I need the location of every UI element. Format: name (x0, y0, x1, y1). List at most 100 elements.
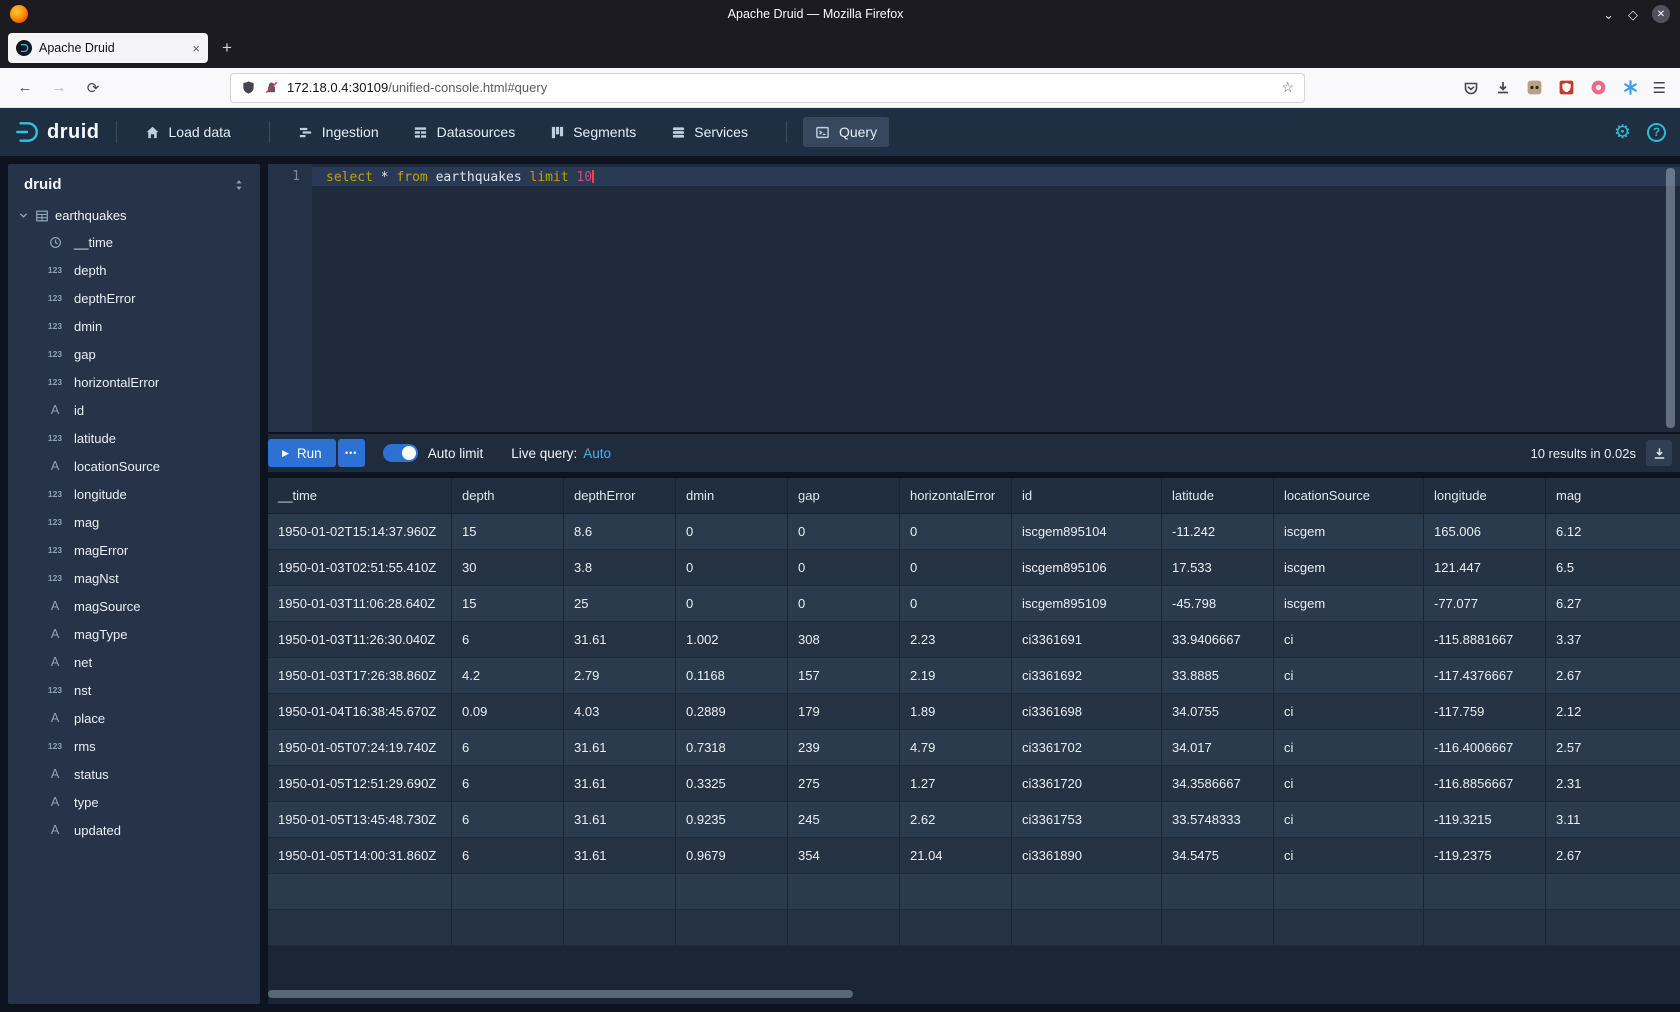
back-button[interactable]: ← (10, 74, 40, 102)
window-restore-icon[interactable]: ◇ (1628, 8, 1638, 21)
column-header-locationSource[interactable]: locationSource (1274, 478, 1424, 513)
sidebar-column-net[interactable]: Anet (8, 648, 260, 676)
nav-load-data[interactable]: Load data (133, 117, 243, 147)
table-cell[interactable]: ci3361692 (1012, 658, 1162, 693)
table-cell[interactable]: 1.27 (900, 766, 1012, 801)
column-header-horizontalError[interactable]: horizontalError (900, 478, 1012, 513)
table-cell[interactable]: ci3361753 (1012, 802, 1162, 837)
column-header-depthError[interactable]: depthError (564, 478, 676, 513)
table-cell[interactable]: 0 (900, 550, 1012, 585)
table-cell[interactable]: ci3361720 (1012, 766, 1162, 801)
table-cell[interactable]: 121.447 (1424, 550, 1546, 585)
pink-extension-icon[interactable] (1589, 78, 1609, 98)
settings-gear-icon[interactable]: ⚙ (1614, 121, 1631, 144)
table-cell[interactable]: ci3361702 (1012, 730, 1162, 765)
table-cell[interactable]: 6.5 (1546, 550, 1680, 585)
sidebar-column-mag[interactable]: 123mag (8, 508, 260, 536)
table-cell[interactable]: 6 (452, 730, 564, 765)
sidebar-column-status[interactable]: Astatus (8, 760, 260, 788)
table-cell[interactable]: 1950-01-03T17:26:38.860Z (268, 658, 452, 693)
table-cell[interactable]: 1950-01-05T12:51:29.690Z (268, 766, 452, 801)
table-cell[interactable]: -45.798 (1162, 586, 1274, 621)
table-cell[interactable]: 354 (788, 838, 900, 873)
table-cell[interactable]: 30 (452, 550, 564, 585)
table-cell[interactable]: 2.57 (1546, 730, 1680, 765)
editor-scrollbar[interactable] (1666, 168, 1675, 428)
table-cell[interactable]: iscgem (1274, 586, 1424, 621)
column-header-id[interactable]: id (1012, 478, 1162, 513)
table-cell[interactable]: iscgem (1274, 514, 1424, 549)
table-cell[interactable]: ci3361890 (1012, 838, 1162, 873)
druid-logo[interactable]: druid (14, 119, 100, 145)
table-cell[interactable]: -117.4376667 (1424, 658, 1546, 693)
table-cell[interactable]: 0 (676, 514, 788, 549)
table-cell[interactable]: 4.79 (900, 730, 1012, 765)
sidebar-column-horizontalError[interactable]: 123horizontalError (8, 368, 260, 396)
table-cell[interactable]: 31.61 (564, 730, 676, 765)
table-cell[interactable]: 31.61 (564, 802, 676, 837)
table-cell[interactable]: 1950-01-05T07:24:19.740Z (268, 730, 452, 765)
table-cell[interactable]: 34.0755 (1162, 694, 1274, 729)
reload-button[interactable]: ⟳ (78, 74, 108, 102)
table-cell[interactable]: 0.9235 (676, 802, 788, 837)
table-cell[interactable]: ci3361691 (1012, 622, 1162, 657)
table-cell[interactable]: 0 (900, 586, 1012, 621)
table-cell[interactable]: ci (1274, 838, 1424, 873)
column-header-__time[interactable]: __time (268, 478, 452, 513)
table-cell[interactable]: 0.9679 (676, 838, 788, 873)
table-cell[interactable]: -119.2375 (1424, 838, 1546, 873)
sidebar-column-locationSource[interactable]: AlocationSource (8, 452, 260, 480)
table-cell[interactable]: iscgem895109 (1012, 586, 1162, 621)
blue-extension-icon[interactable] (1621, 78, 1641, 98)
sidebar-column-nst[interactable]: 123nst (8, 676, 260, 704)
live-query-value[interactable]: Auto (583, 446, 611, 461)
table-cell[interactable]: 1950-01-05T14:00:31.860Z (268, 838, 452, 873)
table-cell[interactable]: 6 (452, 622, 564, 657)
new-tab-button[interactable]: + (222, 38, 232, 58)
table-cell[interactable]: 1950-01-04T16:38:45.670Z (268, 694, 452, 729)
table-cell[interactable]: 25 (564, 586, 676, 621)
sidebar-column-magType[interactable]: AmagType (8, 620, 260, 648)
table-cell[interactable]: 4.2 (452, 658, 564, 693)
table-cell[interactable]: 0.2889 (676, 694, 788, 729)
nav-segments[interactable]: Segments (537, 117, 648, 147)
table-cell[interactable]: 0 (676, 550, 788, 585)
downloads-icon[interactable] (1493, 78, 1513, 98)
table-cell[interactable]: 2.12 (1546, 694, 1680, 729)
table-earthquakes[interactable]: earthquakes (8, 203, 260, 228)
table-cell[interactable]: 2.31 (1546, 766, 1680, 801)
table-cell[interactable]: 34.017 (1162, 730, 1274, 765)
ublock-extension-icon[interactable] (1557, 78, 1577, 98)
tampermonkey-extension-icon[interactable] (1525, 78, 1545, 98)
table-cell[interactable]: -117.759 (1424, 694, 1546, 729)
table-cell[interactable]: 6.27 (1546, 586, 1680, 621)
table-cell[interactable]: 6.12 (1546, 514, 1680, 549)
sidebar-column-magNst[interactable]: 123magNst (8, 564, 260, 592)
table-cell[interactable]: ci (1274, 766, 1424, 801)
table-cell[interactable]: 31.61 (564, 622, 676, 657)
nav-ingestion[interactable]: Ingestion (286, 117, 391, 147)
nav-datasources[interactable]: Datasources (401, 117, 528, 147)
table-cell[interactable]: 31.61 (564, 838, 676, 873)
sidebar-column-gap[interactable]: 123gap (8, 340, 260, 368)
table-cell[interactable]: 245 (788, 802, 900, 837)
table-cell[interactable]: 179 (788, 694, 900, 729)
table-cell[interactable]: 0 (676, 586, 788, 621)
table-cell[interactable]: 21.04 (900, 838, 1012, 873)
table-cell[interactable]: 33.8885 (1162, 658, 1274, 693)
pocket-icon[interactable] (1461, 78, 1481, 98)
table-cell[interactable]: 2.67 (1546, 838, 1680, 873)
table-cell[interactable]: ci3361698 (1012, 694, 1162, 729)
sidebar-column-depthError[interactable]: 123depthError (8, 284, 260, 312)
table-cell[interactable]: 33.5748333 (1162, 802, 1274, 837)
table-cell[interactable]: 0 (900, 514, 1012, 549)
table-cell[interactable]: -77.077 (1424, 586, 1546, 621)
table-cell[interactable]: 8.6 (564, 514, 676, 549)
table-cell[interactable]: 2.19 (900, 658, 1012, 693)
table-cell[interactable]: 3.11 (1546, 802, 1680, 837)
table-cell[interactable]: ci (1274, 802, 1424, 837)
sidebar-column-updated[interactable]: Aupdated (8, 816, 260, 844)
browser-tab-apache-druid[interactable]: Apache Druid × (8, 33, 208, 63)
url-bar[interactable]: 172.18.0.4:30109/unified-console.html#qu… (230, 73, 1305, 103)
table-cell[interactable]: 17.533 (1162, 550, 1274, 585)
